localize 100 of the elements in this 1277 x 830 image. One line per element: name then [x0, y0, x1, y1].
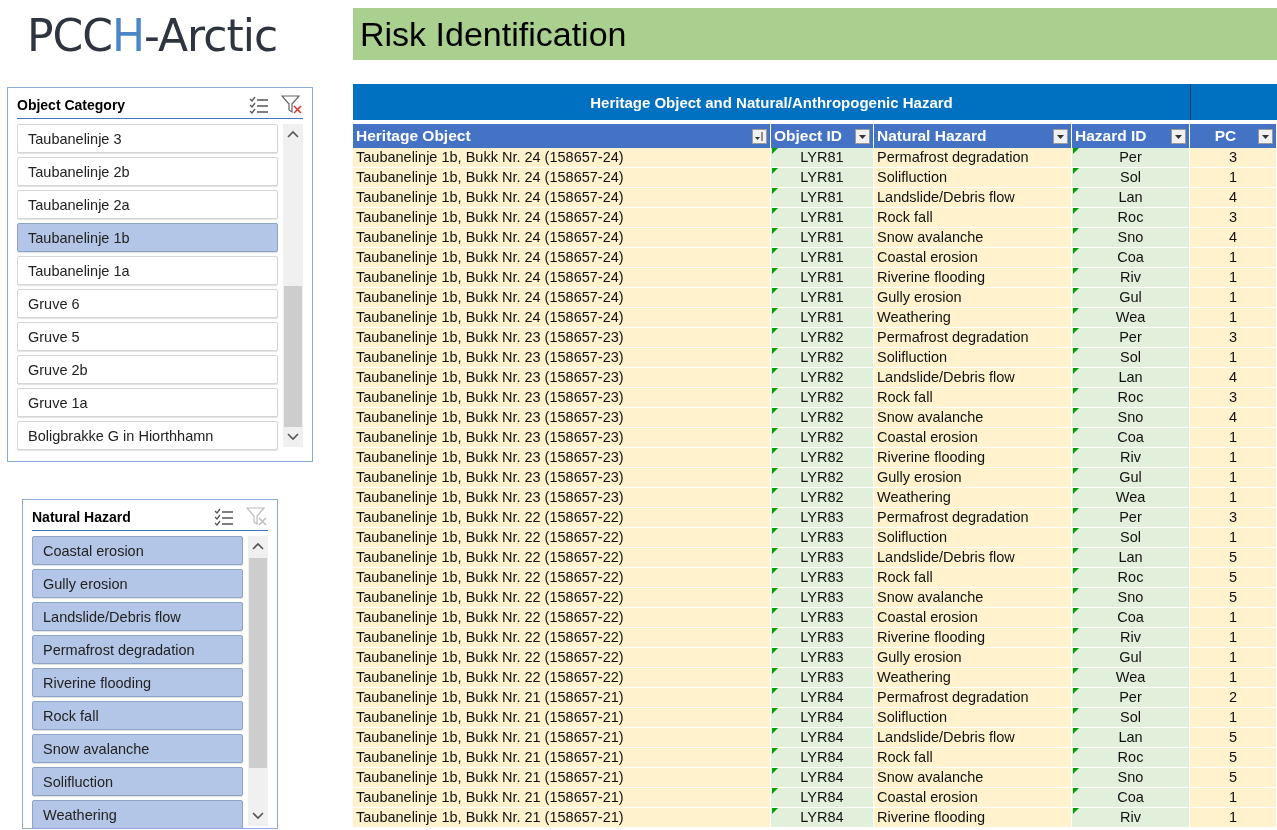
table-cell: Taubanelinje 1b, Bukk Nr. 24 (158657-24) [353, 308, 771, 327]
table-cell: 4 [1190, 368, 1277, 387]
table-cell: Sno [1072, 228, 1190, 247]
scrollbar-thumb[interactable] [284, 286, 302, 427]
filter-dropdown-button[interactable] [1053, 128, 1068, 144]
error-indicator-icon [772, 268, 778, 274]
error-indicator-icon [772, 588, 778, 594]
table-cell: Sol [1072, 168, 1190, 187]
table-cell: Roc [1072, 568, 1190, 587]
table-cell: Permafrost degradation [874, 328, 1072, 347]
table-cell: 5 [1190, 588, 1277, 607]
error-indicator-icon [1073, 448, 1079, 454]
slicer-item[interactable]: Taubanelinje 1b [17, 223, 278, 252]
multi-select-icon[interactable] [214, 508, 234, 526]
slicer-item[interactable]: Gruve 5 [17, 322, 278, 351]
table-cell: Taubanelinje 1b, Bukk Nr. 24 (158657-24) [353, 188, 771, 207]
table-cell: Taubanelinje 1b, Bukk Nr. 22 (158657-22) [353, 668, 771, 687]
table-cell: 3 [1190, 208, 1277, 227]
error-indicator-icon [772, 368, 778, 374]
scrollbar[interactable] [283, 124, 303, 447]
slicer-item[interactable]: Coastal erosion [32, 536, 243, 565]
slicer-item[interactable]: Landslide/Debris flow [32, 602, 243, 631]
sort-caret-icon [755, 131, 764, 141]
table-cell: LYR83 [771, 668, 874, 687]
table-cell: 5 [1190, 728, 1277, 747]
table-cell: Taubanelinje 1b, Bukk Nr. 24 (158657-24) [353, 228, 771, 247]
filter-dropdown-button[interactable] [1258, 128, 1273, 144]
error-indicator-icon [1073, 508, 1079, 514]
table-cell: Permafrost degradation [874, 508, 1072, 527]
error-indicator-icon [1073, 728, 1079, 734]
column-label: Natural Hazard [877, 127, 988, 145]
table-cell: LYR83 [771, 568, 874, 587]
slicer-item[interactable]: Rock fall [32, 701, 243, 730]
filter-dropdown-button[interactable] [1171, 128, 1186, 144]
table-cell: Permafrost degradation [874, 688, 1072, 707]
column-label: Object ID [774, 127, 844, 145]
table-cell: Coa [1072, 608, 1190, 627]
chevron-up-icon[interactable] [287, 130, 299, 138]
logo: PCCH-Arctic [27, 9, 278, 63]
slicer-item[interactable]: Gruve 6 [17, 289, 278, 318]
table-cell: LYR84 [771, 708, 874, 727]
slicer-item[interactable]: Gruve 1a [17, 388, 278, 417]
error-indicator-icon [772, 468, 778, 474]
chevron-up-icon[interactable] [252, 542, 264, 550]
error-indicator-icon [1073, 408, 1079, 414]
slicer-item[interactable]: Taubanelinje 2b [17, 157, 278, 186]
multi-select-icon[interactable] [249, 96, 269, 114]
table-cell: Snow avalanche [874, 408, 1072, 427]
table-cell: LYR83 [771, 528, 874, 547]
slicer-item[interactable]: Gully erosion [32, 569, 243, 598]
table-cell: Sol [1072, 708, 1190, 727]
error-indicator-icon [772, 208, 778, 214]
table-cell: Taubanelinje 1b, Bukk Nr. 21 (158657-21) [353, 788, 771, 807]
error-indicator-icon [1073, 348, 1079, 354]
table-cell: Lan [1072, 368, 1190, 387]
table-cell: 1 [1190, 308, 1277, 327]
table-cell: Sno [1072, 408, 1190, 427]
table-cell: Riverine flooding [874, 448, 1072, 467]
table-cell: LYR82 [771, 428, 874, 447]
slicer-item[interactable]: Permafrost degradation [32, 635, 243, 664]
table-cell: Riverine flooding [874, 808, 1072, 827]
chevron-down-icon[interactable] [287, 433, 299, 441]
slicer-item[interactable]: Taubanelinje 1a [17, 256, 278, 285]
filter-dropdown-button[interactable] [855, 128, 870, 144]
table-cell: LYR83 [771, 628, 874, 647]
error-indicator-icon [1073, 288, 1079, 294]
chevron-down-icon[interactable] [252, 812, 264, 820]
error-indicator-icon [1073, 368, 1079, 374]
error-indicator-icon [772, 788, 778, 794]
scrollbar[interactable] [248, 536, 268, 826]
slicer-item[interactable]: Taubanelinje 3 [17, 124, 278, 153]
slicer-item[interactable]: Gruve 2b [17, 355, 278, 384]
clear-filter-icon[interactable] [281, 95, 303, 115]
error-indicator-icon [1073, 248, 1079, 254]
table-cell: Snow avalanche [874, 228, 1072, 247]
slicer-item[interactable]: Taubanelinje 2a [17, 190, 278, 219]
slicer-item[interactable]: Riverine flooding [32, 668, 243, 697]
table-cell: Roc [1072, 748, 1190, 767]
table-cell: Taubanelinje 1b, Bukk Nr. 23 (158657-23) [353, 428, 771, 447]
slicer-item[interactable]: Snow avalanche [32, 734, 243, 763]
table-cell: Landslide/Debris flow [874, 188, 1072, 207]
table-cell: LYR81 [771, 208, 874, 227]
slicer-item[interactable]: Solifluction [32, 767, 243, 796]
error-indicator-icon [1073, 528, 1079, 534]
table-cell: Permafrost degradation [874, 148, 1072, 167]
error-indicator-icon [772, 768, 778, 774]
table-cell: Landslide/Debris flow [874, 728, 1072, 747]
scrollbar-thumb[interactable] [249, 558, 267, 768]
table-cell: Taubanelinje 1b, Bukk Nr. 22 (158657-22) [353, 628, 771, 647]
table-cell: Taubanelinje 1b, Bukk Nr. 21 (158657-21) [353, 768, 771, 787]
slicer-item[interactable]: Boligbrakke G in Hiorthhamn [17, 421, 278, 450]
slicer-item[interactable]: Weathering [32, 800, 243, 828]
error-indicator-icon [772, 528, 778, 534]
sort-filter-button[interactable] [752, 128, 767, 144]
error-indicator-icon [772, 168, 778, 174]
table-cell: 1 [1190, 488, 1277, 507]
table-cell: Taubanelinje 1b, Bukk Nr. 21 (158657-21) [353, 748, 771, 767]
table-cell: 1 [1190, 648, 1277, 667]
error-indicator-icon [1073, 428, 1079, 434]
table-cell: Per [1072, 148, 1190, 167]
